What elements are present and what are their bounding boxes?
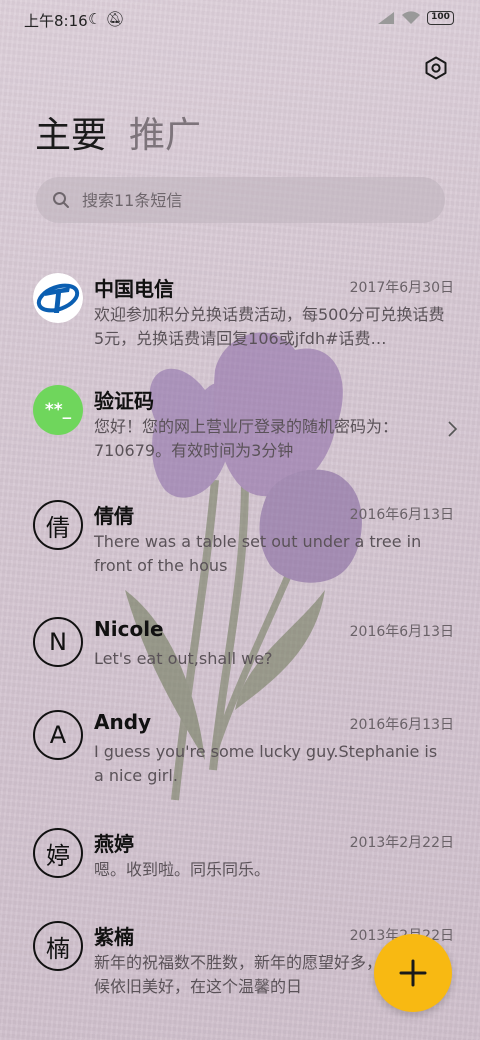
list-item[interactable]: 婷 燕婷 2013年2月22日 嗯。收到啦。同乐同乐。 [0,828,480,908]
settings-hexagon-icon[interactable] [424,56,448,80]
status-bar: 上午8:16 ☾🔕︎ 100 [0,0,480,40]
status-time: 上午8:16 [24,12,88,30]
message-date: 2016年6月13日 [349,507,454,523]
signal-icon [378,12,394,24]
wifi-icon [402,11,420,24]
chevron-right-icon[interactable] [446,421,458,437]
contact-name: 验证码 [94,389,154,413]
contact-name: Andy [94,710,152,734]
message-preview: 欢迎参加积分兑换话费活动，每500分可兑换话费5元，兑换话费请回复106或jfd… [94,305,445,348]
china-telecom-logo [33,273,83,323]
contact-name: 倩倩 [94,504,134,528]
verification-code-avatar: **_ [33,385,83,435]
message-preview: 您好！您的网上营业厅登录的随机密码为：710679。有效时间为3分钟 [94,417,399,460]
message-date: 2016年6月13日 [349,624,454,640]
battery-icon: 100 [427,11,454,25]
status-left-icons: ☾🔕︎ [88,10,129,28]
contact-name: 紫楠 [94,925,134,949]
contact-name: 中国电信 [94,277,174,301]
list-item[interactable]: 倩 倩倩 2016年6月13日 There was a table set ou… [0,500,480,600]
moon-icon: ☾ [88,10,106,28]
list-item[interactable]: 中国电信 2017年6月30日 欢迎参加积分兑换话费活动，每500分可兑换话费5… [0,273,480,373]
list-item[interactable]: A Andy 2016年6月13日 I guess you're some lu… [0,710,480,810]
search-bar[interactable] [36,177,445,223]
contact-avatar: A [33,710,83,760]
category-tabs: 主要 推广 [35,106,201,158]
plus-icon [399,959,427,987]
contact-avatar: 婷 [33,828,83,878]
message-date: 2017年6月30日 [349,280,454,296]
tab-primary[interactable]: 主要 [35,106,107,158]
mute-icon: 🔕︎ [105,10,129,28]
message-preview: Let's eat out,shall we? [94,649,273,668]
search-input[interactable] [82,190,402,210]
compose-button[interactable] [374,934,452,1012]
message-date: 2013年2月22日 [349,835,454,851]
contact-name: Nicole [94,617,164,641]
contact-name: 燕婷 [94,832,134,856]
contact-avatar: 楠 [33,921,83,971]
message-preview: I guess you're some lucky guy.Stephanie … [94,742,438,785]
list-item[interactable]: N Nicole 2016年6月13日 Let's eat out,shall … [0,617,480,697]
contact-avatar: 倩 [33,500,83,550]
tab-promotions[interactable]: 推广 [129,106,201,158]
search-icon [53,192,69,208]
message-preview: There was a table set out under a tree i… [94,532,422,575]
contact-avatar: N [33,617,83,667]
message-preview: 嗯。收到啦。同乐同乐。 [94,860,271,879]
list-item[interactable]: **_ 验证码 您好！您的网上营业厅登录的随机密码为：710679。有效时间为3… [0,385,480,485]
message-date: 2016年6月13日 [349,717,454,733]
status-right-icons: 100 [377,11,454,25]
